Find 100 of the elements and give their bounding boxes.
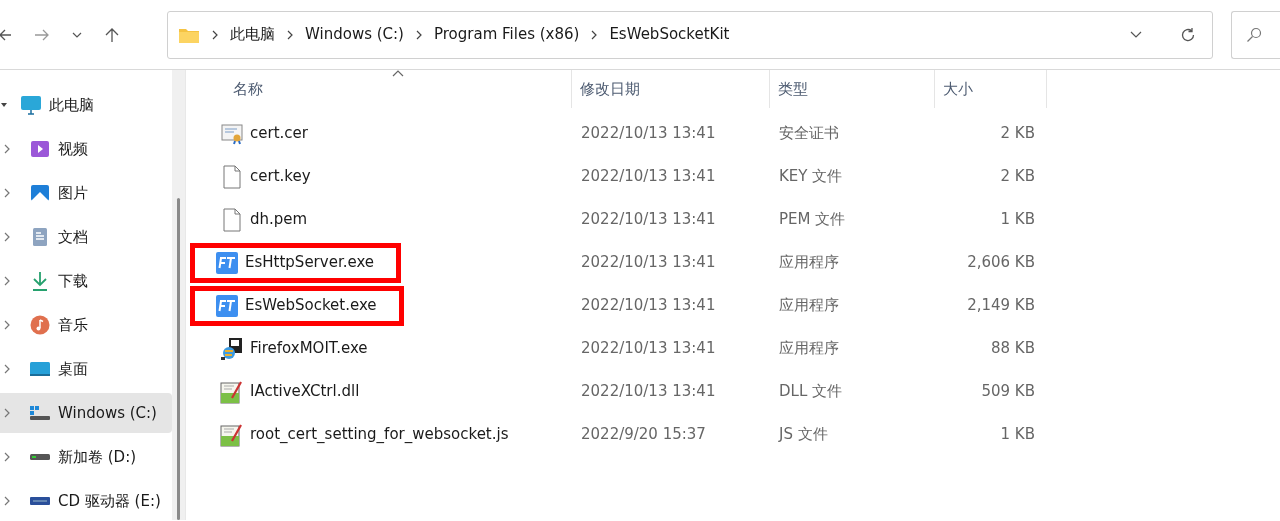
back-icon[interactable] [0,27,12,42]
file-name[interactable]: EsHttpServer.exe [245,251,375,274]
file-size: 2,606 KB [966,252,1035,274]
sidebar-label: 新加卷 (D:) [58,446,137,468]
picture-icon [30,184,50,202]
chevron-right-icon[interactable] [4,188,10,198]
chevron-right-icon [287,29,293,40]
column-header[interactable]: 修改日期 [572,70,770,108]
app-icon [216,251,238,274]
sidebar-label: CD 驱动器 (E:) [58,490,161,512]
file-type: JS 文件 [777,424,829,446]
file-size: 1 KB [999,209,1035,231]
file-name[interactable]: dh.pem [250,208,308,231]
chevron-right-icon [415,29,422,40]
sidebar-item[interactable]: 新加卷 (D:) [0,437,172,477]
breadcrumb-item[interactable]: EsWebSocketKit [609,23,730,46]
up-arrow-icon[interactable] [104,26,120,43]
sidebar-item[interactable]: 下载 [0,261,172,301]
modified-date: 2022/10/13 13:41 [580,338,717,360]
sidebar-item[interactable]: 音乐 [0,305,172,345]
sidebar-item[interactable]: 桌面 [0,349,172,389]
installer-icon [220,336,244,361]
file-size: 2,149 KB [966,295,1035,317]
document-icon [31,227,49,247]
file-type: 安全证书 [778,123,840,145]
chevron-right-icon[interactable] [4,452,10,462]
sidebar-label: 此电脑 [49,94,94,116]
address-bar[interactable]: 此电脑 Windows (C:) Program Files (x86) EsWebSocketKit [167,10,1213,59]
file-size: 2 KB [999,123,1035,145]
sidebar-label: 音乐 [58,314,88,336]
drive-icon [29,453,51,461]
desktop-icon [29,360,51,378]
refresh-icon[interactable] [1180,26,1196,43]
sidebar-item[interactable]: Windows (C:) [0,393,172,433]
script-file-icon [220,379,244,404]
chevron-right-icon [212,29,218,40]
search-field[interactable] [1231,10,1280,59]
sidebar-label: 下载 [58,270,88,292]
column-header[interactable]: 类型 [770,70,935,108]
chevron-right-icon[interactable] [4,364,10,374]
file-size: 1 KB [999,424,1035,446]
video-icon [30,140,50,158]
chevron-right-icon[interactable] [4,496,10,506]
sidebar-label: 桌面 [58,358,88,380]
file-type: DLL 文件 [778,381,844,403]
file-name[interactable]: cert.cer [250,122,308,145]
forward-icon[interactable] [34,27,50,42]
chevron-down-icon[interactable] [1130,30,1142,39]
file-size: 2 KB [999,166,1035,188]
download-icon [31,271,49,291]
chevron-right-icon[interactable] [4,144,10,154]
sidebar-item[interactable]: 图片 [0,173,172,213]
modified-date: 2022/10/13 13:41 [580,252,717,274]
file-name[interactable]: FirefoxMOIT.exe [250,337,368,360]
file-name[interactable]: root_cert_setting_for_websocket.js [250,423,509,446]
breadcrumb-item[interactable]: 此电脑 [230,23,275,46]
chevron-right-icon[interactable] [4,276,10,286]
drive-icon [29,405,51,421]
sidebar-label: Windows (C:) [58,402,157,424]
sidebar-label: 文档 [58,226,88,248]
script-file-icon [220,422,244,447]
modified-date: 2022/9/20 15:37 [580,424,707,446]
sidebar-item[interactable]: 文档 [0,217,172,257]
sidebar-label: 视频 [58,138,88,160]
monitor-icon [20,95,42,115]
app-icon [216,294,238,317]
chevron-right-icon[interactable] [4,320,10,330]
sidebar-item[interactable]: 此电脑 [0,85,172,125]
breadcrumb-item[interactable]: Program Files (x86) [433,23,580,46]
chevron-down-icon[interactable] [72,31,82,38]
music-icon [30,315,50,335]
breadcrumb-item[interactable]: Windows (C:) [305,23,404,46]
modified-date: 2022/10/13 13:41 [580,209,717,231]
file-type: 应用程序 [778,295,840,317]
certificate-icon [221,122,243,145]
sidebar-item[interactable]: 视频 [0,129,172,169]
modified-date: 2022/10/13 13:41 [580,123,717,145]
file-name[interactable]: IActiveXCtrl.dll [250,380,360,403]
file-size: 88 KB [990,338,1035,360]
expanded-chevron-icon[interactable] [1,102,7,108]
chevron-right-icon[interactable] [4,232,10,242]
blank-file-icon [223,207,241,232]
chevron-right-icon [591,29,598,40]
file-type: KEY 文件 [778,166,844,188]
file-type: 应用程序 [778,338,840,360]
file-name[interactable]: cert.key [250,165,311,188]
modified-date: 2022/10/13 13:41 [580,166,717,188]
sidebar-label: 图片 [58,182,88,204]
sidebar-item[interactable]: CD 驱动器 (E:) [0,481,172,521]
blank-file-icon [223,164,241,189]
file-name[interactable]: EsWebSocket.exe [245,294,377,317]
column-header[interactable]: 大小 [935,70,1046,108]
chevron-right-icon[interactable] [4,408,10,418]
file-size: 509 KB [980,381,1035,403]
column-header[interactable]: 名称 [192,70,572,108]
modified-date: 2022/10/13 13:41 [580,381,717,403]
file-type: PEM 文件 [778,209,847,231]
search-icon [1246,26,1262,43]
scrollbar-thumb[interactable] [177,198,180,520]
file-type: 应用程序 [778,252,840,274]
